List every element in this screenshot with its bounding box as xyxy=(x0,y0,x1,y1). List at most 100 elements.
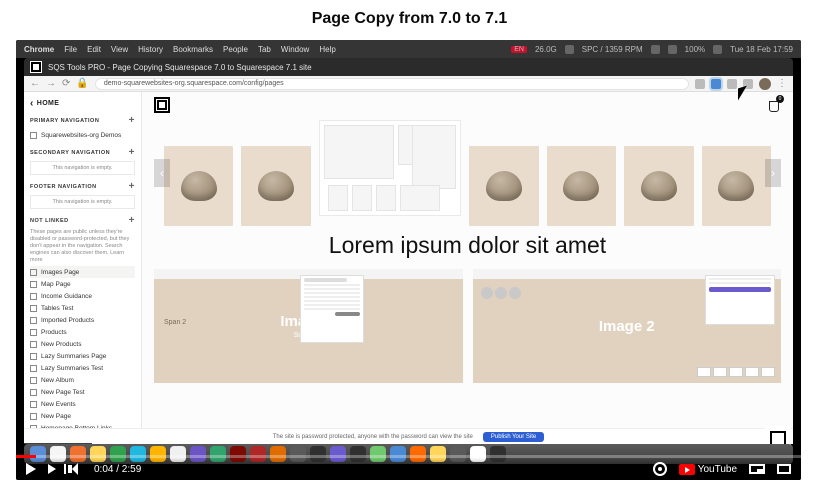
menu-edit[interactable]: Edit xyxy=(87,45,101,54)
volume-icon[interactable] xyxy=(68,463,82,475)
menu-people[interactable]: People xyxy=(223,45,248,54)
span-label: Span 2 xyxy=(164,319,186,326)
os-menubar: Chrome File Edit View History Bookmarks … xyxy=(16,40,801,58)
page-icon xyxy=(30,389,37,396)
address-field[interactable]: demo-squarewebsites-org.squarespace.com/… xyxy=(95,78,689,90)
menu-history[interactable]: History xyxy=(138,45,163,54)
gallery-screenshot-group xyxy=(319,120,461,216)
page-icon xyxy=(30,377,37,384)
sidebar-item-notlinked[interactable]: New Album xyxy=(30,374,135,386)
section-header-notlinked: NOT LINKED + xyxy=(30,215,135,226)
forward-icon[interactable]: → xyxy=(46,78,56,89)
lock-icon[interactable]: 🔒 xyxy=(76,78,88,89)
sidebar-item-notlinked[interactable]: New Products xyxy=(30,338,135,350)
sidebar-item-demos[interactable]: Squarewebsites-org Demos xyxy=(30,129,135,141)
watch-on-youtube-button[interactable]: YouTube xyxy=(679,464,737,475)
image-card-2[interactable]: Image 2 xyxy=(473,269,782,383)
sidebar-home-link[interactable]: HOME xyxy=(30,98,135,109)
gallery-thumb[interactable] xyxy=(469,146,538,226)
page-icon xyxy=(30,365,37,372)
chrome-menu-icon[interactable]: ⋮ xyxy=(777,78,787,89)
sidebar-item-notlinked[interactable]: New Page Test xyxy=(30,386,135,398)
gallery-thumb[interactable] xyxy=(547,146,616,226)
sidebar-item-notlinked[interactable]: New Events xyxy=(30,398,135,410)
hero-heading: Lorem ipsum dolor sit amet xyxy=(142,232,793,259)
extension-icon-3[interactable] xyxy=(743,79,753,89)
stats-icon xyxy=(565,45,574,54)
youtube-icon xyxy=(679,464,695,475)
menu-help[interactable]: Help xyxy=(319,45,335,54)
menu-tab[interactable]: Tab xyxy=(258,45,271,54)
wifi-icon[interactable] xyxy=(651,45,660,54)
footer-empty-note: This navigation is empty. xyxy=(30,195,135,209)
publish-note: The site is password protected, anyone w… xyxy=(273,434,473,440)
sidebar-item-notlinked[interactable]: Lazy Summaries Test xyxy=(30,362,135,374)
pages-sidebar: HOME PRIMARY NAVIGATION + Squarewebsites… xyxy=(24,92,142,428)
extension-icon-2[interactable] xyxy=(727,79,737,89)
lang-indicator[interactable]: EN xyxy=(511,46,527,53)
video-player: Chrome File Edit View History Bookmarks … xyxy=(16,40,801,480)
page-icon xyxy=(30,353,37,360)
gallery-thumb[interactable] xyxy=(702,146,771,226)
page-icon xyxy=(30,281,37,288)
cart-icon[interactable]: 0 xyxy=(767,98,781,112)
menu-bookmarks[interactable]: Bookmarks xyxy=(173,45,213,54)
play-button[interactable] xyxy=(26,463,36,475)
scrubber[interactable] xyxy=(16,455,801,458)
sidebar-item-notlinked[interactable]: Income Guidance xyxy=(30,290,135,302)
sqstools-extension-icon[interactable] xyxy=(711,79,721,89)
image-card-1[interactable]: Span 2 Image 1 Subtitle 1 xyxy=(154,269,463,383)
section-header-footer: FOOTER NAVIGATION + xyxy=(30,181,135,192)
page-title: Page Copy from 7.0 to 7.1 xyxy=(0,0,819,40)
sidebar-item-notlinked[interactable]: Map Page xyxy=(30,278,135,290)
page-icon xyxy=(30,269,37,276)
profile-avatar[interactable] xyxy=(759,78,771,90)
reload-icon[interactable]: ⟳ xyxy=(62,78,70,89)
publish-site-button[interactable]: Publish Your Site xyxy=(483,432,544,442)
sidebar-item-notlinked[interactable]: New Page xyxy=(30,410,135,422)
extension-icon[interactable] xyxy=(695,79,705,89)
back-icon[interactable]: ← xyxy=(30,78,40,89)
tab-title[interactable]: SQS Tools PRO - Page Copying Squarespace… xyxy=(48,63,312,72)
menu-window[interactable]: Window xyxy=(281,45,309,54)
page-icon xyxy=(30,413,37,420)
time-display: 0:04 / 2:59 xyxy=(94,464,141,475)
bluetooth-icon[interactable] xyxy=(668,45,677,54)
image-2-label: Image 2 xyxy=(599,318,655,335)
theater-mode-icon[interactable] xyxy=(749,464,765,474)
sidebar-item-notlinked[interactable]: Imported Products xyxy=(30,314,135,326)
sidebar-item-notlinked[interactable]: Tables Test xyxy=(30,302,135,314)
add-primary-page-button[interactable]: + xyxy=(129,115,135,126)
menu-file[interactable]: File xyxy=(64,45,77,54)
page-icon xyxy=(30,401,37,408)
tab-strip: SQS Tools PRO - Page Copying Squarespace… xyxy=(24,58,793,76)
sidebar-item-notlinked[interactable]: Images Page xyxy=(30,266,135,278)
tool-panel-2 xyxy=(705,275,775,325)
gallery-prev-button[interactable]: ‹ xyxy=(154,159,170,187)
scrubber-progress xyxy=(16,455,36,458)
add-secondary-page-button[interactable]: + xyxy=(129,147,135,158)
gallery-thumb[interactable] xyxy=(164,146,233,226)
page-icon xyxy=(30,341,37,348)
gallery-next-button[interactable]: › xyxy=(765,159,781,187)
settings-icon[interactable] xyxy=(653,462,667,476)
panel-action-button[interactable] xyxy=(709,287,771,292)
section-header-secondary: SECONDARY NAVIGATION + xyxy=(30,147,135,158)
gallery-thumb[interactable] xyxy=(624,146,693,226)
fullscreen-icon[interactable] xyxy=(777,464,791,474)
youtube-controls: 0:04 / 2:59 YouTube xyxy=(16,458,801,480)
secondary-empty-note: This navigation is empty. xyxy=(30,161,135,175)
section-header-primary: PRIMARY NAVIGATION + xyxy=(30,115,135,126)
next-button[interactable] xyxy=(48,464,56,474)
add-notlinked-page-button[interactable]: + xyxy=(129,215,135,226)
page-icon xyxy=(30,132,37,139)
sidebar-item-notlinked[interactable]: Lazy Summaries Page xyxy=(30,350,135,362)
hero-gallery: ‹ › xyxy=(154,120,781,226)
cart-count: 0 xyxy=(776,95,784,103)
fan-stats: SPC / 1359 RPM xyxy=(582,45,643,54)
add-footer-page-button[interactable]: + xyxy=(129,181,135,192)
sidebar-item-notlinked[interactable]: Products xyxy=(30,326,135,338)
site-logo-icon[interactable] xyxy=(154,97,170,113)
gallery-thumb[interactable] xyxy=(241,146,310,226)
menu-view[interactable]: View xyxy=(111,45,128,54)
